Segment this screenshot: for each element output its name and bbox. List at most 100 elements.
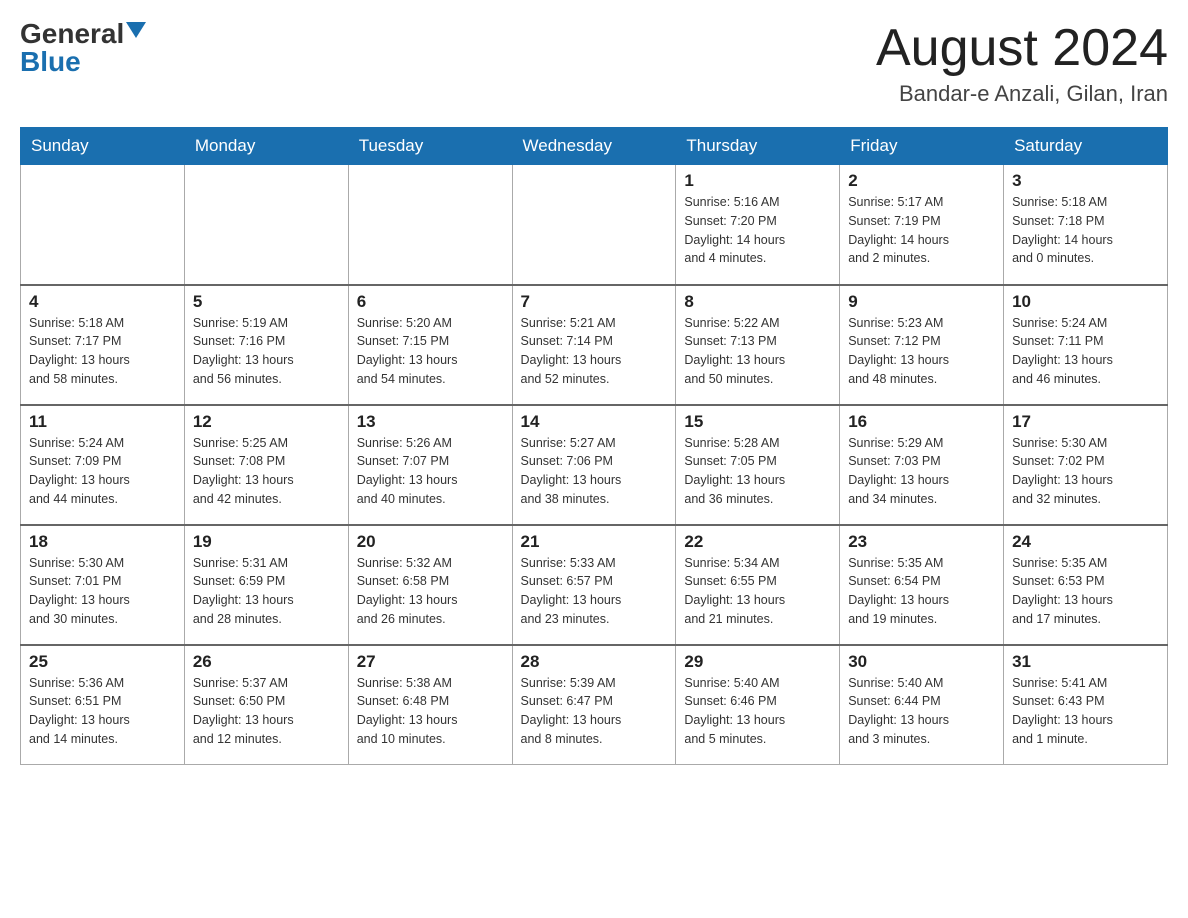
day-info: Sunrise: 5:30 AM Sunset: 7:01 PM Dayligh… — [29, 554, 176, 629]
day-info: Sunrise: 5:34 AM Sunset: 6:55 PM Dayligh… — [684, 554, 831, 629]
col-header-monday: Monday — [184, 128, 348, 165]
calendar-cell: 11Sunrise: 5:24 AM Sunset: 7:09 PM Dayli… — [21, 405, 185, 525]
day-number: 14 — [521, 412, 668, 432]
day-number: 18 — [29, 532, 176, 552]
day-number: 2 — [848, 171, 995, 191]
day-number: 26 — [193, 652, 340, 672]
day-info: Sunrise: 5:37 AM Sunset: 6:50 PM Dayligh… — [193, 674, 340, 749]
calendar-cell: 4Sunrise: 5:18 AM Sunset: 7:17 PM Daylig… — [21, 285, 185, 405]
month-title: August 2024 — [876, 20, 1168, 77]
calendar-table: SundayMondayTuesdayWednesdayThursdayFrid… — [20, 127, 1168, 765]
calendar-cell: 8Sunrise: 5:22 AM Sunset: 7:13 PM Daylig… — [676, 285, 840, 405]
calendar-cell: 16Sunrise: 5:29 AM Sunset: 7:03 PM Dayli… — [840, 405, 1004, 525]
calendar-cell: 19Sunrise: 5:31 AM Sunset: 6:59 PM Dayli… — [184, 525, 348, 645]
calendar-cell — [184, 165, 348, 285]
day-number: 5 — [193, 292, 340, 312]
calendar-cell: 18Sunrise: 5:30 AM Sunset: 7:01 PM Dayli… — [21, 525, 185, 645]
day-info: Sunrise: 5:19 AM Sunset: 7:16 PM Dayligh… — [193, 314, 340, 389]
day-info: Sunrise: 5:21 AM Sunset: 7:14 PM Dayligh… — [521, 314, 668, 389]
logo-triangle-icon — [126, 22, 146, 38]
day-info: Sunrise: 5:20 AM Sunset: 7:15 PM Dayligh… — [357, 314, 504, 389]
day-info: Sunrise: 5:28 AM Sunset: 7:05 PM Dayligh… — [684, 434, 831, 509]
day-number: 20 — [357, 532, 504, 552]
day-number: 8 — [684, 292, 831, 312]
calendar-cell: 29Sunrise: 5:40 AM Sunset: 6:46 PM Dayli… — [676, 645, 840, 765]
day-number: 4 — [29, 292, 176, 312]
day-info: Sunrise: 5:36 AM Sunset: 6:51 PM Dayligh… — [29, 674, 176, 749]
col-header-saturday: Saturday — [1004, 128, 1168, 165]
col-header-wednesday: Wednesday — [512, 128, 676, 165]
day-info: Sunrise: 5:35 AM Sunset: 6:53 PM Dayligh… — [1012, 554, 1159, 629]
day-number: 22 — [684, 532, 831, 552]
day-number: 21 — [521, 532, 668, 552]
day-number: 19 — [193, 532, 340, 552]
calendar-cell: 31Sunrise: 5:41 AM Sunset: 6:43 PM Dayli… — [1004, 645, 1168, 765]
calendar-cell: 23Sunrise: 5:35 AM Sunset: 6:54 PM Dayli… — [840, 525, 1004, 645]
day-info: Sunrise: 5:29 AM Sunset: 7:03 PM Dayligh… — [848, 434, 995, 509]
title-block: August 2024 Bandar-e Anzali, Gilan, Iran — [876, 20, 1168, 107]
day-info: Sunrise: 5:26 AM Sunset: 7:07 PM Dayligh… — [357, 434, 504, 509]
calendar-cell: 5Sunrise: 5:19 AM Sunset: 7:16 PM Daylig… — [184, 285, 348, 405]
day-number: 10 — [1012, 292, 1159, 312]
day-number: 17 — [1012, 412, 1159, 432]
day-number: 28 — [521, 652, 668, 672]
day-info: Sunrise: 5:41 AM Sunset: 6:43 PM Dayligh… — [1012, 674, 1159, 749]
day-number: 13 — [357, 412, 504, 432]
calendar-cell: 6Sunrise: 5:20 AM Sunset: 7:15 PM Daylig… — [348, 285, 512, 405]
calendar-cell: 26Sunrise: 5:37 AM Sunset: 6:50 PM Dayli… — [184, 645, 348, 765]
day-number: 23 — [848, 532, 995, 552]
day-info: Sunrise: 5:24 AM Sunset: 7:11 PM Dayligh… — [1012, 314, 1159, 389]
calendar-cell: 12Sunrise: 5:25 AM Sunset: 7:08 PM Dayli… — [184, 405, 348, 525]
logo: General Blue — [20, 20, 146, 76]
day-info: Sunrise: 5:33 AM Sunset: 6:57 PM Dayligh… — [521, 554, 668, 629]
logo-general: General — [20, 20, 124, 48]
calendar-cell: 24Sunrise: 5:35 AM Sunset: 6:53 PM Dayli… — [1004, 525, 1168, 645]
day-info: Sunrise: 5:40 AM Sunset: 6:44 PM Dayligh… — [848, 674, 995, 749]
calendar-cell: 20Sunrise: 5:32 AM Sunset: 6:58 PM Dayli… — [348, 525, 512, 645]
calendar-week-2: 4Sunrise: 5:18 AM Sunset: 7:17 PM Daylig… — [21, 285, 1168, 405]
day-number: 7 — [521, 292, 668, 312]
day-info: Sunrise: 5:25 AM Sunset: 7:08 PM Dayligh… — [193, 434, 340, 509]
calendar-header-row: SundayMondayTuesdayWednesdayThursdayFrid… — [21, 128, 1168, 165]
day-number: 6 — [357, 292, 504, 312]
day-info: Sunrise: 5:30 AM Sunset: 7:02 PM Dayligh… — [1012, 434, 1159, 509]
calendar-cell: 9Sunrise: 5:23 AM Sunset: 7:12 PM Daylig… — [840, 285, 1004, 405]
day-number: 15 — [684, 412, 831, 432]
calendar-cell: 27Sunrise: 5:38 AM Sunset: 6:48 PM Dayli… — [348, 645, 512, 765]
day-number: 27 — [357, 652, 504, 672]
day-info: Sunrise: 5:16 AM Sunset: 7:20 PM Dayligh… — [684, 193, 831, 268]
calendar-cell: 30Sunrise: 5:40 AM Sunset: 6:44 PM Dayli… — [840, 645, 1004, 765]
calendar-cell — [348, 165, 512, 285]
calendar-cell — [512, 165, 676, 285]
day-info: Sunrise: 5:17 AM Sunset: 7:19 PM Dayligh… — [848, 193, 995, 268]
col-header-sunday: Sunday — [21, 128, 185, 165]
day-info: Sunrise: 5:35 AM Sunset: 6:54 PM Dayligh… — [848, 554, 995, 629]
calendar-week-3: 11Sunrise: 5:24 AM Sunset: 7:09 PM Dayli… — [21, 405, 1168, 525]
day-info: Sunrise: 5:27 AM Sunset: 7:06 PM Dayligh… — [521, 434, 668, 509]
day-info: Sunrise: 5:31 AM Sunset: 6:59 PM Dayligh… — [193, 554, 340, 629]
calendar-cell: 15Sunrise: 5:28 AM Sunset: 7:05 PM Dayli… — [676, 405, 840, 525]
day-number: 1 — [684, 171, 831, 191]
calendar-cell: 17Sunrise: 5:30 AM Sunset: 7:02 PM Dayli… — [1004, 405, 1168, 525]
day-number: 31 — [1012, 652, 1159, 672]
day-info: Sunrise: 5:18 AM Sunset: 7:18 PM Dayligh… — [1012, 193, 1159, 268]
col-header-thursday: Thursday — [676, 128, 840, 165]
day-number: 3 — [1012, 171, 1159, 191]
calendar-week-4: 18Sunrise: 5:30 AM Sunset: 7:01 PM Dayli… — [21, 525, 1168, 645]
col-header-tuesday: Tuesday — [348, 128, 512, 165]
day-info: Sunrise: 5:22 AM Sunset: 7:13 PM Dayligh… — [684, 314, 831, 389]
calendar-cell: 28Sunrise: 5:39 AM Sunset: 6:47 PM Dayli… — [512, 645, 676, 765]
day-number: 25 — [29, 652, 176, 672]
calendar-cell: 22Sunrise: 5:34 AM Sunset: 6:55 PM Dayli… — [676, 525, 840, 645]
calendar-cell: 13Sunrise: 5:26 AM Sunset: 7:07 PM Dayli… — [348, 405, 512, 525]
calendar-cell: 21Sunrise: 5:33 AM Sunset: 6:57 PM Dayli… — [512, 525, 676, 645]
day-number: 30 — [848, 652, 995, 672]
day-info: Sunrise: 5:32 AM Sunset: 6:58 PM Dayligh… — [357, 554, 504, 629]
calendar-cell: 3Sunrise: 5:18 AM Sunset: 7:18 PM Daylig… — [1004, 165, 1168, 285]
day-number: 16 — [848, 412, 995, 432]
calendar-cell: 25Sunrise: 5:36 AM Sunset: 6:51 PM Dayli… — [21, 645, 185, 765]
logo-blue: Blue — [20, 46, 81, 77]
day-number: 9 — [848, 292, 995, 312]
calendar-cell: 2Sunrise: 5:17 AM Sunset: 7:19 PM Daylig… — [840, 165, 1004, 285]
day-info: Sunrise: 5:40 AM Sunset: 6:46 PM Dayligh… — [684, 674, 831, 749]
